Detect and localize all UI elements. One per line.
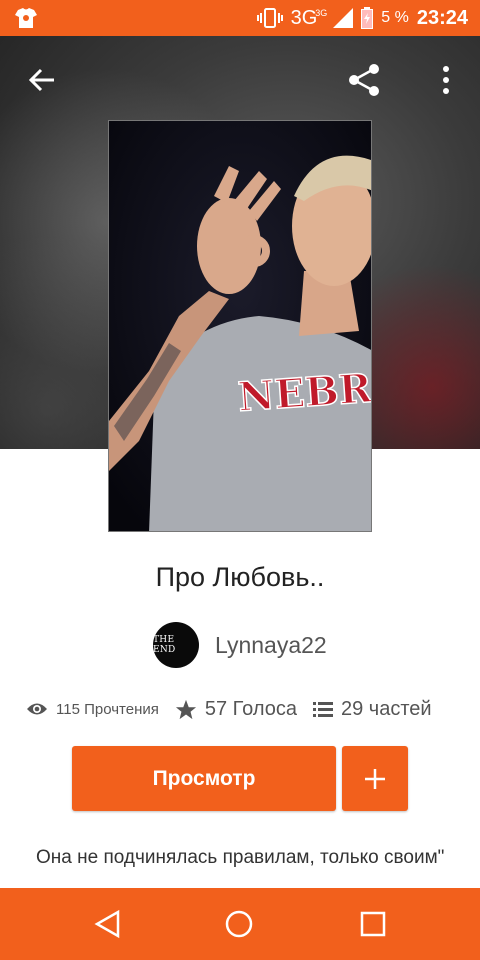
nav-recent-apps-icon[interactable] bbox=[357, 908, 389, 940]
share-icon[interactable] bbox=[346, 62, 382, 98]
reads-stat: 115 Прочтения bbox=[26, 701, 159, 718]
nav-home-icon[interactable] bbox=[223, 908, 255, 940]
system-nav-bar bbox=[0, 888, 480, 960]
parts-count: 29 частей bbox=[341, 697, 432, 720]
network-type: 3G 3G bbox=[290, 6, 328, 29]
story-stats: 115 Прочтения 57 Голоса 29 частей bbox=[26, 694, 466, 724]
back-arrow-icon[interactable] bbox=[24, 62, 60, 98]
story-description: Она не подчинялась правилам, только свои… bbox=[36, 847, 445, 868]
plus-icon bbox=[365, 768, 385, 789]
eye-icon bbox=[27, 703, 47, 715]
story-title: Про Любовь.. bbox=[155, 562, 325, 592]
author-name[interactable]: Lynnaya22 bbox=[215, 632, 327, 659]
book-cover[interactable]: NEBRAS bbox=[108, 120, 372, 532]
votes-count: 57 Голоса bbox=[204, 697, 297, 720]
add-to-library-button[interactable] bbox=[342, 746, 408, 811]
nav-back-icon[interactable] bbox=[92, 908, 124, 940]
author-row[interactable]: THE END Lynnaya22 bbox=[153, 622, 327, 668]
reads-count: 115 Прочтения bbox=[56, 700, 159, 718]
avatar[interactable]: THE END bbox=[153, 622, 199, 668]
read-button[interactable]: Просмотр bbox=[72, 746, 336, 811]
clock: 23:24 bbox=[416, 6, 468, 29]
app-notification-icon bbox=[15, 8, 37, 28]
parts-stat: 29 частей bbox=[313, 698, 432, 721]
status-bar: 3G 3G 5 % 23:24 bbox=[0, 0, 480, 36]
battery-percent: 5 % bbox=[381, 9, 409, 26]
status-indicators: 3G 3G 5 % 23:24 bbox=[256, 0, 468, 36]
star-icon bbox=[175, 699, 196, 719]
more-options-icon[interactable] bbox=[428, 62, 464, 98]
votes-stat: 57 Голоса bbox=[175, 698, 297, 721]
battery-icon bbox=[361, 7, 374, 29]
vibrate-icon bbox=[256, 8, 283, 28]
list-icon bbox=[313, 702, 333, 717]
signal-icon bbox=[333, 8, 354, 28]
